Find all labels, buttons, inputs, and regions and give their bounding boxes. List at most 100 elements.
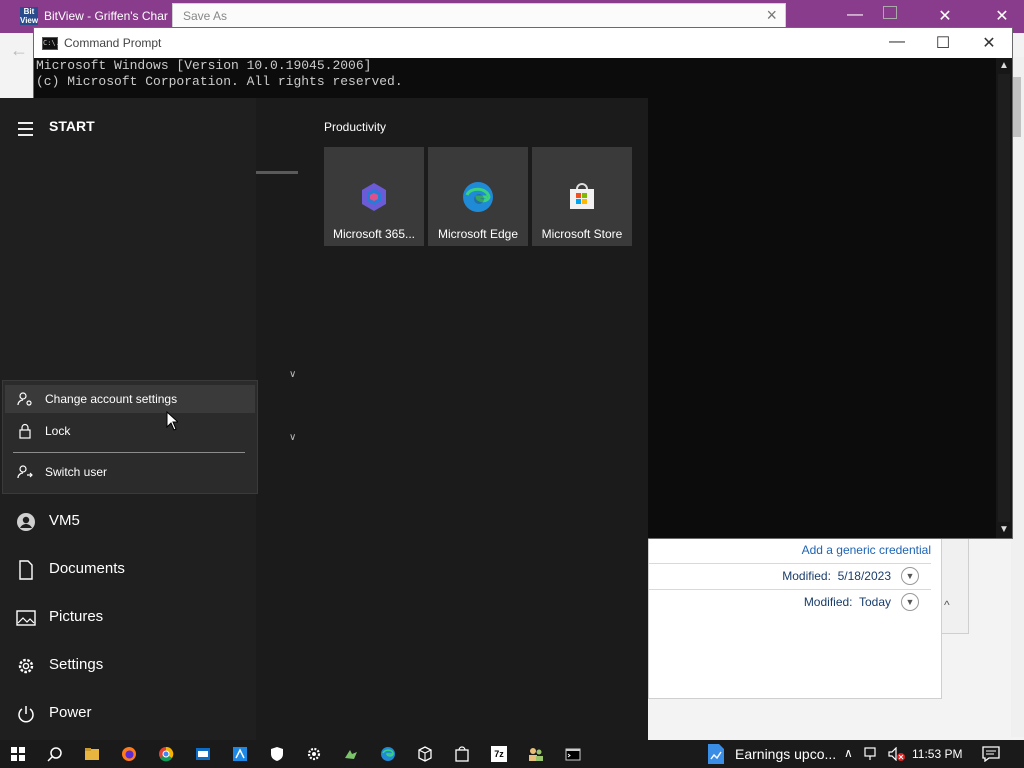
document-icon	[19, 560, 33, 580]
account-flyout: Change account settings Lock Switch user	[2, 380, 258, 494]
maximize-icon[interactable]	[883, 6, 897, 19]
cmd-icon	[565, 748, 581, 761]
chrome-button[interactable]	[148, 740, 185, 768]
tile-label: Microsoft 365...	[332, 227, 416, 241]
add-generic-credential-link[interactable]: Add a generic credential	[802, 543, 931, 557]
tile-label: Microsoft Edge	[437, 227, 519, 241]
sidebar-item-documents[interactable]: Documents	[0, 548, 256, 592]
tile-microsoft-365[interactable]: Microsoft 365...	[324, 147, 424, 246]
sidebar-item-label: Documents	[49, 560, 125, 577]
back-arrow-icon[interactable]: ←	[10, 40, 28, 61]
cmd-icon: C:\.	[42, 37, 60, 50]
tile-microsoft-edge[interactable]: Microsoft Edge	[428, 147, 528, 246]
people-button[interactable]	[518, 740, 555, 768]
modified-value: 5/18/2023	[837, 569, 891, 583]
azure-icon	[233, 747, 247, 761]
cmd-title-bar[interactable]: C:\. Command Prompt — ☐ ✕	[34, 28, 1012, 58]
store-icon	[455, 746, 469, 762]
cmd-title: Command Prompt	[64, 36, 162, 50]
scroll-up-icon[interactable]: ▲	[998, 60, 1010, 71]
volume-muted-icon[interactable]	[888, 747, 906, 761]
notification-center-icon[interactable]	[982, 746, 1000, 762]
game-icon	[345, 750, 357, 759]
lock-icon	[19, 423, 31, 439]
cmd-scrollbar[interactable]: ▲ ▼	[996, 58, 1012, 538]
settings-button[interactable]	[296, 740, 333, 768]
lock-item[interactable]: Lock	[5, 417, 255, 445]
outlook-icon	[196, 748, 210, 760]
modified-value: Today	[858, 595, 891, 609]
maximize-icon[interactable]: ☐	[920, 33, 966, 53]
defender-icon	[271, 747, 283, 761]
minimize-icon[interactable]: —	[874, 33, 920, 51]
credentials-side-panel	[940, 538, 969, 634]
gear-icon	[18, 658, 34, 674]
close-icon[interactable]: ✕	[966, 33, 1012, 53]
taskbar: 7z Earnings upco... ∧ 11:53 PM	[0, 740, 1024, 768]
azure-button[interactable]	[222, 740, 259, 768]
start-button[interactable]	[0, 740, 37, 768]
hamburger-menu-icon[interactable]	[18, 122, 33, 136]
outlook-button[interactable]	[185, 740, 222, 768]
switch-user-item[interactable]: Switch user	[5, 458, 255, 486]
file-explorer-button[interactable]	[74, 740, 111, 768]
sidebar-item-label: Settings	[49, 656, 104, 673]
search-button[interactable]	[37, 740, 74, 768]
save-as-title: Save As	[183, 9, 228, 23]
start-title: START	[49, 118, 95, 134]
sidebar-item-power[interactable]: Power	[0, 692, 256, 736]
cmd-output-line: (c) Microsoft Corporation. All rights re…	[36, 74, 403, 89]
chevron-up-icon[interactable]: ^	[944, 598, 950, 612]
chevron-down-icon[interactable]: ∨	[289, 432, 296, 443]
avatar-icon	[17, 513, 35, 531]
credential-row[interactable]: Modified: 5/18/2023 ▼	[649, 563, 931, 589]
tile-microsoft-store[interactable]: Microsoft Store	[532, 147, 632, 246]
defender-button[interactable]	[259, 740, 296, 768]
sidebar-item-pictures[interactable]: Pictures	[0, 596, 256, 640]
game-button[interactable]	[333, 740, 370, 768]
cmd-taskbar-button[interactable]	[555, 740, 592, 768]
menu-item-label: Change account settings	[45, 392, 178, 406]
person-gear-icon	[17, 392, 32, 406]
minimize-icon[interactable]: —	[835, 6, 875, 24]
7zip-button[interactable]: 7z	[481, 740, 518, 768]
7zip-icon: 7z	[491, 746, 507, 762]
firefox-icon	[122, 747, 136, 761]
chevron-down-icon[interactable]: ▼	[901, 567, 919, 585]
store-icon	[570, 183, 594, 209]
cmd-output-line: Microsoft Windows [Version 10.0.19045.20…	[36, 58, 372, 73]
power-icon	[18, 706, 34, 723]
chevron-down-icon[interactable]: ∨	[289, 369, 296, 380]
credential-row[interactable]: Modified: Today ▼	[649, 589, 931, 615]
chevron-down-icon[interactable]: ▼	[901, 593, 919, 611]
store-taskbar-button[interactable]	[444, 740, 481, 768]
close-icon[interactable]: ✕	[925, 6, 965, 26]
credentials-panel: Add a generic credential Modified: 5/18/…	[648, 538, 942, 699]
modified-label: Modified:	[782, 569, 831, 583]
edge-taskbar-button[interactable]	[370, 740, 407, 768]
firefox-button[interactable]	[111, 740, 148, 768]
sidebar-item-settings[interactable]: Settings	[0, 644, 256, 688]
box-button[interactable]	[407, 740, 444, 768]
scroll-indicator	[256, 171, 298, 174]
edge-icon	[381, 747, 395, 761]
close-icon[interactable]: ×	[766, 5, 777, 26]
menu-item-label: Switch user	[45, 465, 108, 479]
search-icon	[47, 747, 62, 762]
box-icon	[418, 746, 432, 762]
mouse-cursor-icon	[166, 411, 178, 431]
close-icon[interactable]: ✕	[982, 6, 1022, 26]
menu-item-label: Lock	[45, 424, 71, 438]
chevron-up-icon[interactable]: ∧	[844, 746, 853, 760]
scrollbar-thumb[interactable]	[1013, 77, 1021, 137]
network-icon[interactable]	[864, 747, 880, 761]
news-notification[interactable]: Earnings upco...	[702, 740, 842, 768]
scrollbar-thumb[interactable]	[998, 74, 1010, 522]
scroll-down-icon[interactable]: ▼	[998, 524, 1010, 535]
clock[interactable]: 11:53 PM	[912, 747, 962, 761]
tile-group-title: Productivity	[324, 120, 387, 134]
sidebar-item-user[interactable]: VM5	[0, 500, 256, 544]
browser-tab-title[interactable]: BitView - Griffen's Char	[44, 9, 170, 23]
change-account-settings-item[interactable]: Change account settings	[5, 385, 255, 413]
file-explorer-icon	[85, 748, 99, 760]
